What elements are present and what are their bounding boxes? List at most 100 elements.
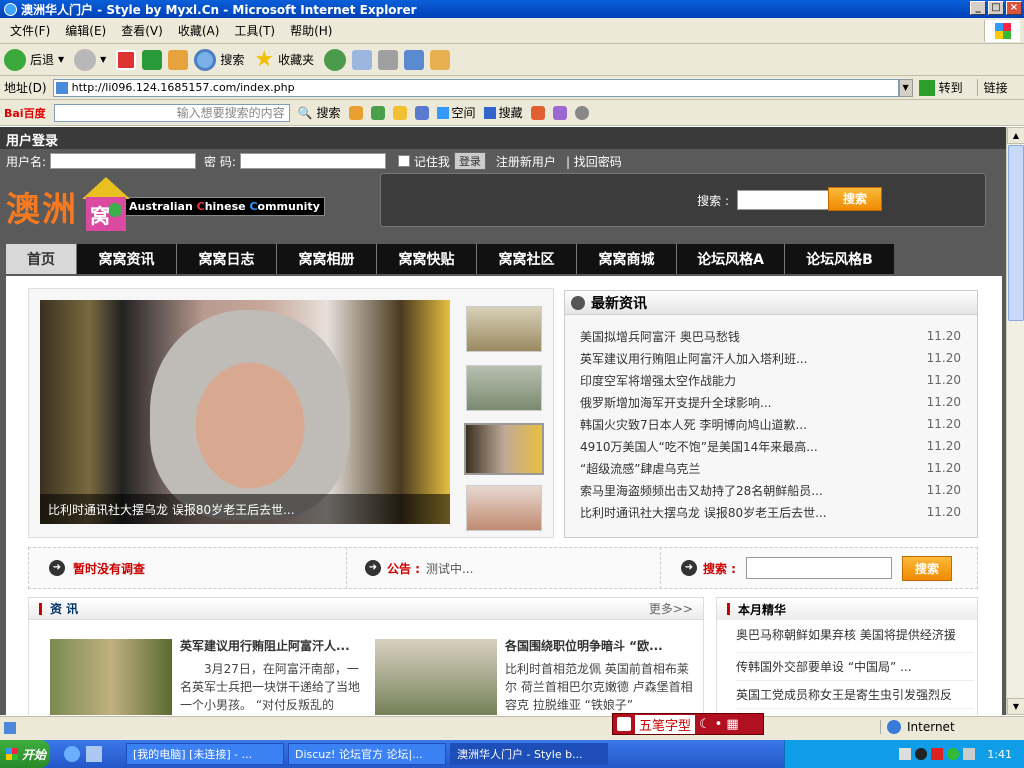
list-item[interactable]: 索马里海盗频频出击又劫持了28名朝鲜船员... 11.20 [580,479,961,501]
quicklaunch-desktop-icon[interactable] [86,746,102,762]
nav-blog[interactable]: 窝窝日志 [176,244,276,274]
list-item[interactable]: “超级流感”肆虐乌克兰 11.20 [580,457,961,479]
qq-icon [915,748,928,760]
news-more-link[interactable]: 更多>> [649,600,693,617]
slideshow-thumb-3[interactable] [464,423,544,475]
list-item[interactable]: 俄罗斯增加海军开支提升全球影响... 11.20 [580,391,961,413]
nav-forum-a[interactable]: 论坛风格A [676,244,784,274]
baidu-search-button[interactable]: 🔍 搜索 [298,104,341,121]
task-my-computer[interactable]: [我的电脑] [未连接] - ... [126,743,284,765]
settings-gear-icon[interactable] [574,105,589,120]
slideshow-thumb-1[interactable] [466,306,542,352]
baidu-search-input[interactable]: 输入想要搜索的内容 [53,103,290,122]
nav-community[interactable]: 窝窝社区 [476,244,576,274]
grid-icon[interactable] [414,105,429,120]
minimize-button[interactable]: _ [970,1,986,15]
menu-favorites[interactable]: 收藏(A) [178,22,220,39]
baidu-logo[interactable]: Bai百度 [4,105,46,121]
mail-icon[interactable] [352,49,373,70]
info-search-input[interactable] [745,557,892,579]
slideshow-thumb-4[interactable] [466,485,542,531]
menu-view[interactable]: 查看(V) [121,22,163,39]
login-button[interactable]: 登录 [453,152,486,170]
edit-icon[interactable] [404,49,425,70]
task-discuz[interactable]: Discuz! 论坛官方 论坛|... [288,743,446,765]
header-search-button[interactable]: 搜索 [828,187,882,211]
list-item[interactable]: 印度空军将增强太空作战能力 11.20 [580,369,961,391]
register-link[interactable]: 注册新用户 [496,153,556,170]
news-title: 索马里海盗频频出击又劫持了28名朝鲜船员... [580,483,823,498]
info-search-button[interactable]: 搜索 [901,555,952,581]
news-title: 英军建议用行贿阻止阿富汗人加入塔利班... [580,351,808,366]
vertical-scrollbar[interactable]: ▲ ▼ [1006,127,1024,715]
forward-button[interactable]: ▼ [74,48,106,71]
list-item[interactable]: 英国工党成员称女王是寄生虫引发强烈反 [736,681,974,709]
block-icon[interactable] [530,105,545,120]
window-titlebar: 澳洲华人门户 - Style by Myxl.Cn - Microsoft In… [0,0,1024,18]
nav-album[interactable]: 窝窝相册 [276,244,376,274]
nav-forum-b[interactable]: 论坛风格B [784,244,894,274]
search-button[interactable]: 搜索 [194,48,244,71]
notice-text[interactable]: 测试中... [426,560,473,577]
list-item[interactable]: 英军建议用行贿阻止阿富汗人加入塔利班... 11.20 [580,347,961,369]
scroll-down-button[interactable]: ▼ [1007,698,1024,715]
stop-icon[interactable] [116,49,137,70]
tool-icon[interactable] [348,105,363,120]
print-icon[interactable] [378,49,399,70]
nav-news[interactable]: 窝窝资讯 [76,244,176,274]
list-item[interactable]: 比利时通讯社大摆乌龙 误报80岁老王后去世... 11.20 [580,501,961,523]
start-button[interactable]: 开始 [0,740,50,768]
username-input[interactable] [50,153,197,169]
maximize-button[interactable]: □ [988,1,1004,15]
latest-news-icon [571,295,585,310]
list-item[interactable]: 奥巴马称朝鲜如果弃核 美国将提供经济援 [736,625,974,653]
address-input[interactable]: http://li096.124.1685157.com/index.php [52,78,899,97]
scroll-up-button[interactable]: ▲ [1007,127,1024,144]
favorites-button[interactable]: ★ 收藏夹 [254,47,314,72]
go-label: 转到 [938,81,963,95]
close-button[interactable]: × [1006,1,1022,15]
quicklaunch-ie-icon[interactable] [64,746,80,762]
pen-icon[interactable] [552,105,567,120]
tray-icons[interactable] [899,748,976,760]
menu-help[interactable]: 帮助(H) [290,22,332,39]
go-button[interactable]: 转到 [918,79,963,96]
menu-edit[interactable]: 编辑(E) [65,22,106,39]
site-logo[interactable]: 澳洲 窝 Australian Chinese Community [6,175,356,237]
space-button[interactable]: 空间 [436,104,476,121]
nav-home[interactable]: 首页 [6,244,76,274]
list-item[interactable]: 4910万美国人“吃不饱”是美国14年来最高... 11.20 [580,435,961,457]
know-icon[interactable] [392,105,407,120]
list-item[interactable]: .................... [736,709,974,715]
news-article-1-image[interactable] [50,639,172,715]
menu-file[interactable]: 文件(F) [10,22,50,39]
news-article-2-title[interactable]: 各国围绕职位明争暗斗 “欧... [505,637,695,654]
news-article-2-image[interactable] [375,639,497,715]
slideshow-main-image[interactable]: 比利时通讯社大摆乌龙 误报80岁老王后去世... [40,300,450,524]
back-button[interactable]: 后退 ▼ [4,48,64,71]
list-item[interactable]: 美国拟增兵阿富汗 奥巴马愁钱 11.20 [580,325,961,347]
task-ie-current[interactable]: 澳洲华人门户 - Style b... [450,743,608,765]
address-dropdown-icon[interactable]: ▼ [898,78,913,97]
list-item[interactable]: 韩国火灾致7日本人死 李明博向鸠山道歉... 11.20 [580,413,961,435]
windows-flag-icon [994,23,1011,39]
nav-quickpost[interactable]: 窝窝快贴 [376,244,476,274]
news-article-1-title[interactable]: 英军建议用行贿阻止阿富汗人... [180,637,364,654]
slideshow-thumb-2[interactable] [466,365,542,411]
forgot-password-link[interactable]: | 找回密码 [566,153,622,170]
research-icon[interactable] [430,49,451,70]
menu-tools[interactable]: 工具(T) [234,22,275,39]
history-icon[interactable] [324,48,347,71]
list-item[interactable]: 传韩国外交部要单设 “中国局” ... [736,653,974,681]
password-input[interactable] [239,153,386,169]
remember-checkbox[interactable] [397,155,410,167]
bookmark-button[interactable]: 搜藏 [483,104,523,121]
nav-shop[interactable]: 窝窝商城 [576,244,676,274]
survey-text[interactable]: 暂时没有调查 [73,560,145,577]
home-icon[interactable] [168,49,189,70]
links-label[interactable]: 链接 [976,79,1008,96]
scroll-thumb[interactable] [1008,145,1024,321]
ime-bar[interactable]: 五笔字型 ☾ • ▦ [612,713,764,735]
refresh-icon[interactable] [142,49,163,70]
image-icon[interactable] [370,105,385,120]
